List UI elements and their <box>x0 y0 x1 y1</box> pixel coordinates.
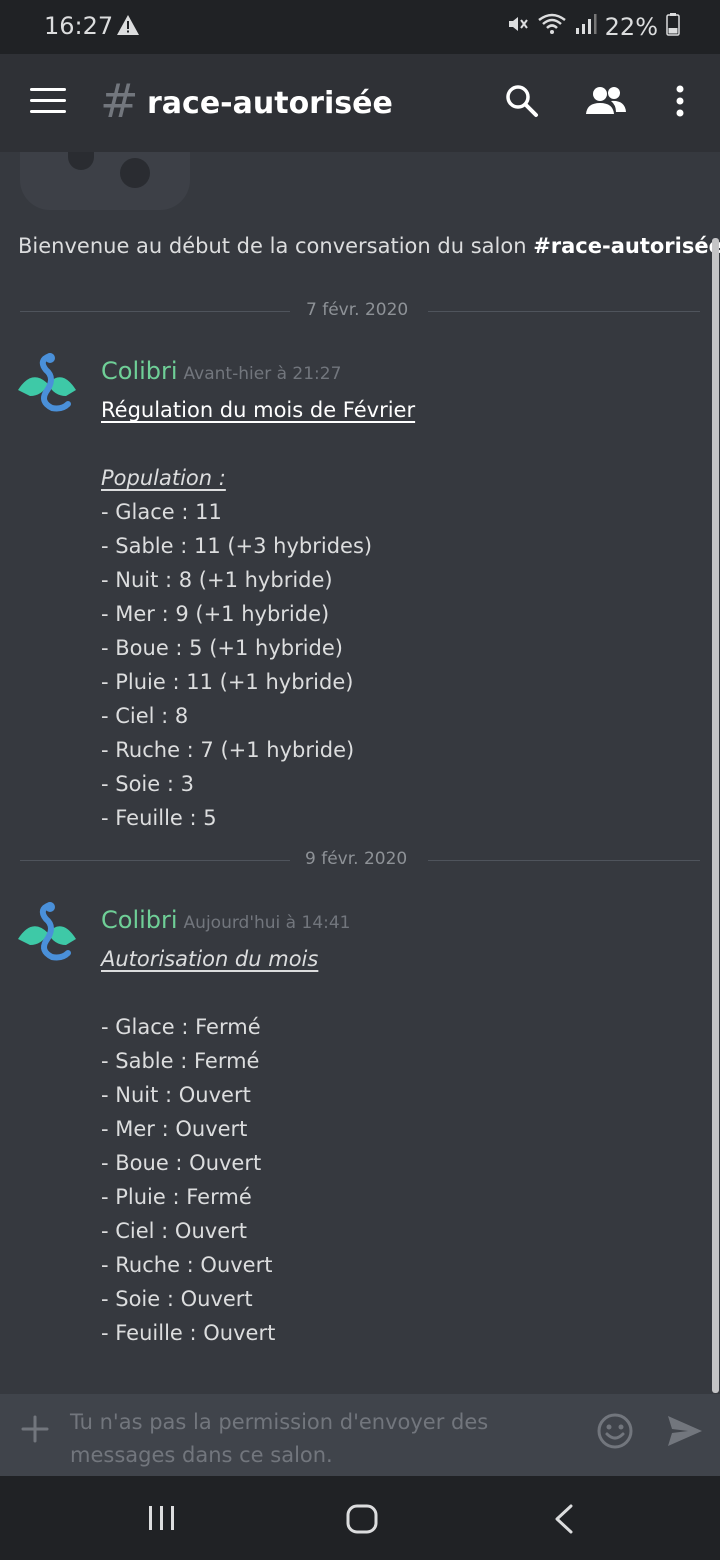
welcome-message: Bienvenue au début de la conversation du… <box>18 234 720 258</box>
channel-title: race-autorisée <box>147 86 393 121</box>
list-item: - Pluie : 11 (+1 hybride) <box>101 670 354 694</box>
emoji-icon[interactable] <box>596 1412 634 1454</box>
list-item: - Sable : Fermé <box>101 1049 260 1073</box>
system-nav-bar <box>0 1476 720 1560</box>
list-item: - Ciel : 8 <box>101 704 189 728</box>
list-item: - Nuit : 8 (+1 hybride) <box>101 568 333 592</box>
message-input[interactable]: Tu n'as pas la permission d'envoyer des … <box>70 1406 510 1472</box>
message-input-bar: Tu n'as pas la permission d'envoyer des … <box>0 1394 720 1476</box>
list-item: - Boue : 5 (+1 hybride) <box>101 636 344 660</box>
list-item: - Sable : 11 (+3 hybrides) <box>101 534 373 558</box>
author-name[interactable]: Colibri <box>101 357 178 385</box>
status-bar: 16:27 22% <box>0 0 720 54</box>
status-time: 16:27 <box>44 12 114 40</box>
send-icon[interactable] <box>666 1414 704 1452</box>
list-item: - Ruche : Ouvert <box>101 1253 273 1277</box>
avatar[interactable] <box>12 350 82 420</box>
search-icon[interactable] <box>505 84 539 122</box>
list-item: - Ruche : 7 (+1 hybride) <box>101 738 355 762</box>
message-body: Autorisation du mois - Glace : Fermé - S… <box>101 942 318 1350</box>
mute-icon <box>505 12 529 42</box>
signal-icon <box>575 12 597 42</box>
wifi-icon <box>537 12 567 42</box>
list-item: - Pluie : Fermé <box>101 1185 252 1209</box>
list-item: - Mer : 9 (+1 hybride) <box>101 602 330 626</box>
channel-mention[interactable]: #race-autorisée <box>533 234 720 258</box>
list-item: - Glace : Fermé <box>101 1015 261 1039</box>
avatar[interactable] <box>12 899 82 969</box>
date-divider-label: 7 févr. 2020 <box>306 300 409 320</box>
list-item: - Soie : 3 <box>101 772 194 796</box>
list-item: - Ciel : Ouvert <box>101 1219 247 1243</box>
date-divider: 7 févr. 2020 <box>20 300 700 320</box>
list-item: - Mer : Ouvert <box>101 1117 248 1141</box>
status-icons: 22% <box>505 12 680 42</box>
list-item: - Feuille : 5 <box>101 806 217 830</box>
back-icon[interactable] <box>553 1504 575 1538</box>
message-title: Régulation du mois de Février <box>101 398 416 422</box>
home-icon[interactable] <box>346 1504 378 1538</box>
menu-icon[interactable] <box>30 88 66 116</box>
date-divider: 9 févr. 2020 <box>20 849 700 869</box>
more-icon[interactable] <box>674 84 686 122</box>
message-title: Autorisation du mois <box>101 947 319 971</box>
author-name[interactable]: Colibri <box>101 906 178 934</box>
timestamp: Aujourd'hui à 14:41 <box>183 913 351 933</box>
warning-icon <box>116 14 140 40</box>
welcome-illustration <box>20 152 190 210</box>
timestamp: Avant-hier à 21:27 <box>183 364 342 384</box>
recents-icon[interactable] <box>147 1504 177 1536</box>
date-divider-label: 9 févr. 2020 <box>305 849 408 869</box>
list-item: - Soie : Ouvert <box>101 1287 253 1311</box>
channel-header: # race-autorisée <box>0 54 720 152</box>
members-icon[interactable] <box>585 84 627 120</box>
message-header: Colibri Avant-hier à 21:27 <box>101 357 341 385</box>
list-item: - Boue : Ouvert <box>101 1151 262 1175</box>
message-header: Colibri Aujourd'hui à 14:41 <box>101 906 351 934</box>
list-item: - Feuille : Ouvert <box>101 1321 276 1345</box>
message-body: Régulation du mois de Février Population… <box>101 393 415 835</box>
battery-icon <box>666 12 680 42</box>
list-item: - Nuit : Ouvert <box>101 1083 251 1107</box>
list-item: - Glace : 11 <box>101 500 222 524</box>
message-subtitle: Population : <box>101 466 226 490</box>
scrollbar[interactable] <box>712 238 719 1393</box>
battery-text: 22% <box>604 13 658 41</box>
plus-icon[interactable] <box>20 1414 50 1448</box>
hash-icon: # <box>100 74 139 128</box>
